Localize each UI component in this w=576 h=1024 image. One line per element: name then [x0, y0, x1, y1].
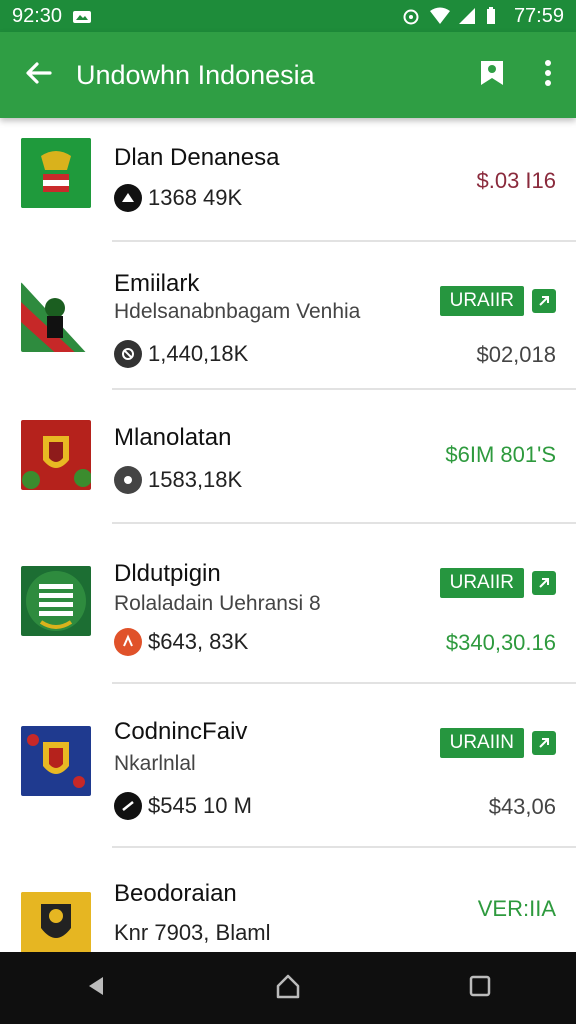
item-list: Dlan Denanesa 1368 49K $.03 I16 Emiilark…	[0, 118, 576, 952]
home-icon	[274, 972, 302, 1005]
item-action-label[interactable]: VER:IIA	[478, 896, 556, 922]
nav-back-button[interactable]	[66, 958, 126, 1018]
item-stat-value: 1,440,18K	[148, 341, 249, 366]
stat-icon	[114, 184, 142, 212]
signal-icon	[458, 7, 476, 25]
back-arrow-icon	[24, 59, 52, 92]
item-title: CodnincFaiv	[114, 718, 248, 745]
item-price: $6IM 801'S	[445, 442, 556, 467]
stat-icon	[114, 792, 142, 820]
item-title: Dlan Denanesa	[114, 144, 280, 171]
action-button[interactable]: URAIIR	[439, 286, 524, 316]
list-item[interactable]: CodnincFaiv Nkarlnlal $545 10 M URAIIN $…	[0, 684, 576, 848]
item-thumbnail	[21, 420, 91, 490]
item-stat-value: $643, 83K	[148, 629, 249, 654]
item-stat-value: 1583,18K	[148, 467, 243, 492]
item-stat-value: 1368 49K	[148, 185, 243, 210]
item-subtitle: Nkarlnlal	[114, 752, 196, 775]
item-subtitle: Rolaladain Uehransi 8	[114, 592, 321, 615]
item-price: $.03 I16	[476, 168, 556, 193]
battery-icon	[486, 7, 504, 25]
item-thumbnail	[21, 892, 91, 952]
app-bar: Undowhn Indonesia	[0, 32, 576, 118]
item-price: $43,06	[488, 794, 556, 819]
item-title: Dldutpigin	[114, 560, 221, 587]
navigation-bar	[0, 952, 576, 1024]
item-title: Emiilark	[114, 270, 200, 297]
open-icon[interactable]	[532, 289, 556, 313]
item-stat: 1368 49K	[114, 184, 242, 212]
triangle-back-icon	[84, 974, 108, 1003]
item-stat: $643, 83K	[114, 628, 248, 656]
bookmark-icon	[479, 59, 505, 92]
page-title: Undowhn Indonesia	[76, 59, 315, 90]
item-stat: 1,440,18K	[114, 340, 248, 368]
back-button[interactable]	[0, 32, 76, 118]
item-title: Beodoraian	[114, 880, 237, 907]
list-item[interactable]: Beodoraian Knr 7903, Blaml VER:IIA	[0, 848, 576, 952]
bookmark-button[interactable]	[464, 32, 520, 118]
item-thumbnail	[21, 282, 91, 352]
status-time-left: 92:30	[12, 4, 63, 27]
list-item[interactable]: Dlan Denanesa 1368 49K $.03 I16	[0, 118, 576, 242]
item-price: $02,018	[476, 342, 556, 367]
item-title: Mlanolatan	[114, 424, 232, 451]
item-stat: 1583,18K	[114, 466, 242, 494]
list-item[interactable]: Emiilark Hdelsanabnbagam Venhia 1,440,18…	[0, 242, 576, 390]
list-item[interactable]: Dldutpigin Rolaladain Uehransi 8 $643, 8…	[0, 524, 576, 684]
item-thumbnail	[21, 138, 91, 208]
action-button[interactable]: URAIIN	[439, 728, 524, 758]
item-price: $340,30.16	[445, 630, 556, 655]
nav-recents-button[interactable]	[450, 958, 510, 1018]
alarm-icon	[402, 7, 420, 25]
more-options-button[interactable]	[520, 32, 576, 118]
action-group: URAIIR	[439, 568, 556, 598]
more-vert-icon	[544, 59, 552, 91]
nav-home-button[interactable]	[258, 958, 318, 1018]
open-icon[interactable]	[532, 571, 556, 595]
status-bar: 92:30 77:59	[0, 0, 576, 32]
item-stat: $545 10 M	[114, 792, 252, 820]
item-subtitle: Knr 7903, Blaml	[114, 920, 271, 945]
item-subtitle: Hdelsanabnbagam Venhia	[114, 300, 361, 323]
notification-icon	[72, 7, 92, 25]
recents-icon	[468, 974, 492, 1003]
wifi-icon	[429, 7, 450, 25]
list-item[interactable]: Mlanolatan 1583,18K $6IM 801'S	[0, 390, 576, 524]
stat-icon	[114, 628, 142, 656]
item-thumbnail	[21, 566, 91, 636]
item-thumbnail	[21, 726, 91, 796]
action-group: URAIIN	[439, 728, 556, 758]
stat-icon	[114, 466, 142, 494]
action-group: URAIIR	[439, 286, 556, 316]
status-time-right: 77:59	[513, 4, 564, 27]
open-icon[interactable]	[532, 731, 556, 755]
action-button[interactable]: URAIIR	[439, 568, 524, 598]
item-stat-value: $545 10 M	[148, 793, 252, 818]
stat-icon	[114, 340, 142, 368]
